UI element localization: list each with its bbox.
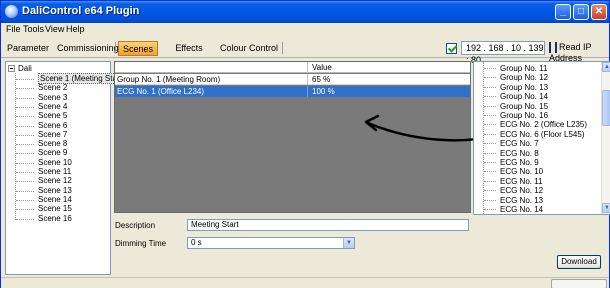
list-item[interactable]: Group No. 15: [483, 102, 548, 111]
list-item[interactable]: ECG No. 8: [484, 149, 539, 158]
tree-item-label: Scene 12: [38, 176, 72, 186]
column-divider: [307, 74, 308, 85]
status-panel: [551, 279, 607, 288]
row-value[interactable]: 65 %: [312, 74, 330, 85]
grid-header: Value: [115, 62, 470, 73]
maximize-button[interactable]: □: [573, 4, 589, 20]
tab-effects[interactable]: Effects: [171, 41, 207, 56]
column-divider: [307, 86, 308, 97]
list-item[interactable]: ECG No. 10: [483, 167, 543, 176]
ip-enable-checkbox[interactable]: [446, 43, 457, 54]
list-item[interactable]: ECG No. 14: [483, 205, 543, 214]
description-label: Description: [115, 221, 156, 230]
status-bar: [1, 277, 609, 288]
tree-item-label: Scene 7: [38, 129, 68, 139]
tree-item-label: Scene 10: [38, 157, 72, 167]
app-window: DaliControl e64 Plugin _ □ ✕ File Tools …: [0, 0, 610, 288]
table-row[interactable]: Group No. 1 (Meeting Room) 65 %: [115, 74, 470, 85]
device-list[interactable]: Group No. 11 Group No. 12 Group No. 13 Grou…: [473, 61, 610, 215]
tree-item-label: Scene 6: [38, 120, 68, 130]
tab-parameter[interactable]: Parameter: [5, 41, 51, 56]
scroll-thumb[interactable]: [602, 90, 610, 126]
close-button[interactable]: ✕: [591, 4, 607, 20]
tab-commissioning[interactable]: Commissioning: [57, 41, 119, 56]
list-item[interactable]: ECG No. 6 (Floor L545): [483, 130, 584, 139]
tree-root[interactable]: Dali: [8, 64, 32, 74]
title-bar[interactable]: DaliControl e64 Plugin _ □ ✕: [1, 1, 609, 23]
dimming-time-select[interactable]: 0 s ▼: [187, 237, 355, 249]
tree-item-label: Scene 16: [38, 213, 72, 223]
tree-item-label: Scene 13: [38, 185, 72, 195]
tree-item-scene[interactable]: Scene 16: [16, 213, 72, 224]
tree-root-label: Dali: [18, 64, 32, 73]
device-list-scrollbar[interactable]: ▲ ▼: [601, 62, 610, 214]
tab-separator: [115, 42, 116, 54]
row-value[interactable]: 100 %: [312, 86, 335, 97]
app-icon: [5, 5, 18, 18]
tree-item-label: Scene 3: [38, 92, 68, 102]
tree-item-label: Scene 9: [38, 148, 68, 158]
list-item[interactable]: Group No. 12: [483, 73, 548, 82]
tab-colour-control[interactable]: Colour Control: [219, 41, 279, 56]
list-item[interactable]: Group No. 16: [483, 111, 548, 120]
scroll-up-button[interactable]: ▲: [602, 62, 610, 72]
row-device-name: Group No. 1 (Meeting Room): [117, 75, 221, 84]
scroll-down-button[interactable]: ▼: [602, 203, 610, 213]
window-title: DaliControl e64 Plugin: [22, 5, 140, 17]
list-item[interactable]: Group No. 11: [483, 64, 547, 73]
scene-tree[interactable]: Dali Scene 1 (Meeting Start) Scene 2 Scene…: [5, 61, 127, 275]
menu-tools[interactable]: Tools: [23, 24, 44, 34]
list-item[interactable]: Group No. 14: [483, 92, 548, 101]
list-item[interactable]: ECG No. 9: [484, 158, 539, 167]
column-divider: [307, 62, 308, 73]
minimize-button[interactable]: _: [555, 4, 571, 20]
arrow-head: [364, 114, 380, 132]
tree-item-label: Scene 15: [38, 204, 72, 214]
tree-item-label: Scene 2: [38, 83, 68, 93]
dimming-time-label: Dimming Time: [115, 239, 167, 248]
menu-file[interactable]: File: [6, 24, 21, 34]
collapse-icon[interactable]: [8, 65, 15, 73]
tree-item-label: Scene 11: [38, 167, 72, 176]
list-item[interactable]: ECG No. 12: [483, 186, 543, 195]
tree-item-label: Scene 8: [38, 139, 68, 149]
tab-scenes[interactable]: Scenes: [118, 41, 158, 56]
tree-item-label: Scene 14: [38, 194, 72, 204]
description-input[interactable]: Meeting Start: [187, 219, 469, 231]
list-item[interactable]: ECG No. 7: [484, 139, 539, 148]
tree-item-label: Scene 5: [38, 111, 68, 121]
ip-address-field[interactable]: 192 . 168 . 10 . 139 : 80: [461, 41, 545, 65]
table-row-selected[interactable]: ECG No. 1 (Office L234) 100 %: [115, 86, 470, 97]
tree-connector: [15, 73, 16, 220]
column-header-value: Value: [312, 63, 332, 72]
menu-help[interactable]: Help: [66, 24, 85, 34]
read-ip-button[interactable]: Read IP Address: [549, 42, 609, 63]
download-button[interactable]: Download: [557, 255, 601, 269]
tab-separator: [282, 42, 283, 54]
tree-item-label: Scene 4: [38, 101, 68, 111]
dimming-time-value: 0 s: [191, 238, 202, 247]
row-device-name: ECG No. 1 (Office L234): [117, 87, 204, 96]
list-item[interactable]: ECG No. 2 (Office L235): [484, 120, 587, 129]
chevron-down-icon[interactable]: ▼: [343, 238, 354, 248]
menu-view[interactable]: View: [45, 24, 64, 34]
list-item[interactable]: ECG No. 11: [484, 177, 543, 186]
read-ip-icon: [549, 42, 557, 54]
menu-bar: File Tools View Help: [1, 23, 609, 37]
list-item[interactable]: Group No. 13: [483, 83, 548, 92]
list-item[interactable]: ECG No. 13: [483, 196, 543, 205]
